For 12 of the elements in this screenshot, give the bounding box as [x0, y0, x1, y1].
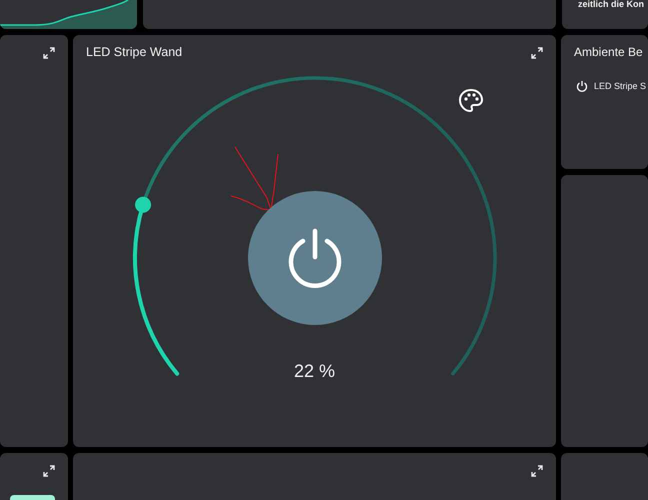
expand-icon[interactable] [43, 465, 55, 477]
card-title: LED Stripe Wand [86, 45, 182, 59]
entity-label[interactable]: LED Stripe S [594, 81, 646, 91]
power-icon[interactable] [576, 80, 588, 92]
description-text: zeitlich die Kon [578, 0, 644, 10]
expand-icon[interactable] [531, 47, 543, 59]
expand-icon[interactable] [531, 465, 543, 477]
brightness-reading: 22 % [294, 361, 336, 382]
palette-icon[interactable] [457, 87, 485, 115]
dial-handle[interactable] [135, 196, 152, 213]
expand-icon[interactable] [43, 47, 55, 59]
card-title: Ambiente Be [574, 45, 643, 59]
